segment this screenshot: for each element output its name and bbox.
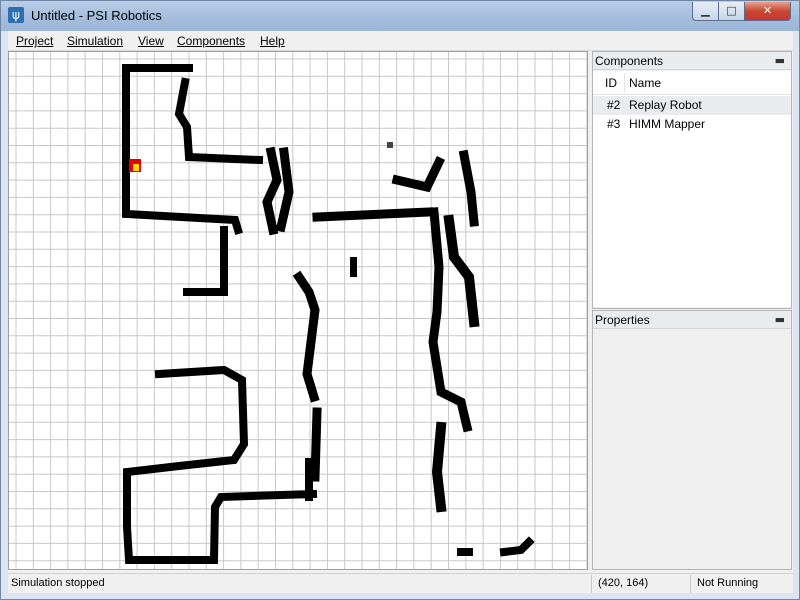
component-id: #2 — [607, 98, 621, 112]
column-header-name[interactable]: Name — [629, 76, 661, 90]
status-coordinates: (420, 164) — [598, 577, 649, 589]
menu-components-label: Components — [177, 34, 246, 48]
status-state: Not Running — [697, 577, 759, 589]
menu-components[interactable]: Components — [177, 34, 245, 48]
close-button[interactable]: ✕ — [744, 2, 791, 21]
component-name: HIMM Mapper — [629, 117, 706, 131]
menu-project[interactable]: Project — [16, 34, 53, 48]
components-list: ID Name #2 Replay Robot #3 HIMM Mapper — [593, 71, 791, 307]
application-window: ψ Untitled - PSI Robotics ▁ □ ✕ Project … — [0, 0, 800, 600]
properties-panel-title: Properties — [595, 313, 650, 327]
obstacle-small-dot — [387, 142, 393, 148]
menu-help-label: Help — [260, 34, 285, 48]
properties-panel-header: Properties ▬ — [593, 311, 791, 329]
column-header-id[interactable]: ID — [605, 76, 617, 90]
properties-grid — [593, 330, 791, 569]
component-row[interactable]: #3 HIMM Mapper — [593, 115, 791, 134]
client-area: Components ▬ ID Name #2 Replay Robot #3 … — [8, 51, 793, 573]
menu-view-label: View — [138, 34, 164, 48]
psi-app-icon[interactable]: ψ — [8, 7, 24, 23]
occupancy-grid-map[interactable] — [9, 52, 588, 570]
title-bar[interactable]: ψ Untitled - PSI Robotics ▁ □ ✕ — [1, 1, 799, 31]
components-panel-title: Components — [595, 54, 664, 68]
properties-panel: Properties ▬ — [592, 310, 792, 570]
minimize-button[interactable]: ▁ — [692, 2, 719, 21]
obstacle-center-walls — [262, 146, 479, 236]
status-divider — [591, 575, 592, 593]
components-list-header: ID Name — [593, 71, 791, 95]
menu-view[interactable]: View — [138, 34, 164, 48]
menu-simulation[interactable]: Simulation — [67, 34, 123, 48]
menu-bar: Project Simulation View Components Help — [8, 31, 793, 51]
status-message: Simulation stopped — [11, 577, 105, 589]
robot-inner — [133, 164, 139, 171]
component-name: Replay Robot — [629, 98, 702, 112]
component-row[interactable]: #2 Replay Robot — [593, 96, 791, 115]
window-title: Untitled - PSI Robotics — [31, 8, 162, 23]
column-divider[interactable] — [624, 73, 625, 93]
menu-project-label: Project — [16, 34, 54, 48]
menu-help[interactable]: Help — [260, 34, 285, 48]
components-panel-header: Components ▬ — [593, 52, 791, 70]
component-id: #3 — [607, 117, 621, 131]
obstacle-small-block — [350, 257, 357, 277]
menu-simulation-label: Simulation — [67, 34, 124, 48]
robot-marker[interactable] — [129, 159, 141, 172]
status-bar: Simulation stopped (420, 164) Not Runnin… — [8, 573, 793, 593]
maximize-button[interactable]: □ — [718, 2, 745, 21]
status-divider — [690, 575, 691, 593]
pin-icon[interactable]: ▬ — [775, 311, 785, 329]
pin-icon[interactable]: ▬ — [775, 52, 785, 70]
map-view[interactable] — [8, 51, 588, 570]
components-panel: Components ▬ ID Name #2 Replay Robot #3 … — [592, 51, 792, 309]
